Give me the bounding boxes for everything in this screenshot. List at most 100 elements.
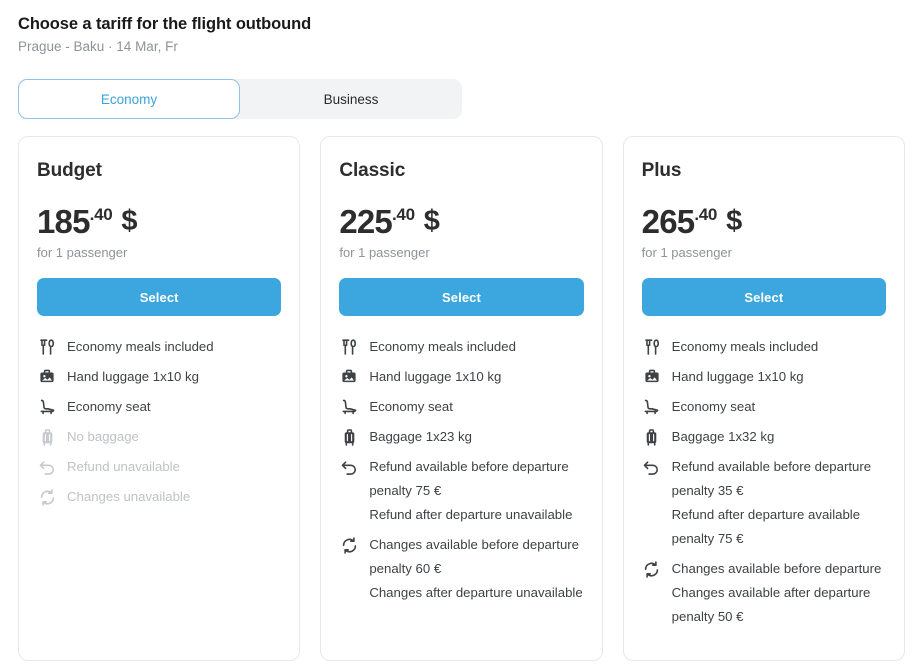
feature-line: Economy seat: [672, 395, 756, 419]
refund-icon: [339, 458, 359, 476]
feature-item: Changes unavailable: [37, 488, 281, 509]
changes-icon: [642, 560, 662, 578]
feature-line: Changes after departure unavailable: [369, 581, 583, 605]
feature-line: Economy seat: [67, 395, 151, 419]
feature-line: Changes available after departure penalt…: [672, 581, 886, 629]
feature-item: Economy seat: [339, 398, 583, 419]
feature-line: Economy meals included: [369, 335, 516, 359]
page-header: Choose a tariff for the flight outbound …: [0, 0, 920, 56]
tariff-selection-page: Choose a tariff for the flight outbound …: [0, 0, 920, 668]
feature-item: Economy meals included: [642, 338, 886, 359]
feature-text: Economy meals included: [369, 335, 516, 359]
feature-item: Hand luggage 1x10 kg: [339, 368, 583, 389]
feature-text: Economy meals included: [67, 335, 214, 359]
seat-icon: [37, 398, 57, 416]
meals-icon: [339, 338, 359, 356]
tariff-name: Budget: [37, 159, 281, 183]
feature-text: Economy seat: [369, 395, 453, 419]
feature-text: Baggage 1x23 kg: [369, 425, 472, 449]
price: 225.40$: [339, 205, 583, 238]
meals-icon: [642, 338, 662, 356]
price-cents: .40: [392, 206, 415, 223]
feature-list: Economy meals included Hand luggage 1x10 …: [642, 338, 886, 638]
seat-icon: [339, 398, 359, 416]
refund-icon: [642, 458, 662, 476]
feature-item: Hand luggage 1x10 kg: [642, 368, 886, 389]
feature-line: Hand luggage 1x10 kg: [369, 365, 501, 389]
tariff-name: Classic: [339, 159, 583, 183]
feature-item: Changes available before departure penal…: [339, 536, 583, 605]
select-button[interactable]: Select: [37, 278, 281, 316]
feature-text: Hand luggage 1x10 kg: [67, 365, 199, 389]
feature-line: Baggage 1x32 kg: [672, 425, 775, 449]
feature-item: Changes available before departureChange…: [642, 560, 886, 629]
feature-line: Refund available before departure penalt…: [672, 455, 886, 503]
tariff-card-plus: Plus 265.40 $ for 1 passenger Select Economy …: [623, 136, 905, 661]
feature-item: Economy seat: [37, 398, 281, 419]
feature-item: Economy meals included: [339, 338, 583, 359]
changes-icon: [37, 488, 57, 506]
feature-item: Refund available before departure penalt…: [642, 458, 886, 551]
tariff-name: Plus: [642, 159, 886, 183]
price-currency: $: [424, 205, 440, 238]
feature-line: Refund after departure unavailable: [369, 503, 583, 527]
feature-text: Changes unavailable: [67, 485, 190, 509]
feature-line: Economy meals included: [672, 335, 819, 359]
hand-luggage-icon: [37, 368, 57, 386]
price: 265.40 $: [642, 205, 886, 238]
tariff-card-budget: Budget 185.40 $ for 1 passenger Select Econom…: [18, 136, 300, 661]
feature-text: No baggage: [67, 425, 139, 449]
feature-item: Baggage 1x32 kg: [642, 428, 886, 449]
feature-item: No baggage: [37, 428, 281, 449]
price: 185.40 $: [37, 205, 281, 238]
feature-item: Baggage 1x23 kg: [339, 428, 583, 449]
feature-line: Changes unavailable: [67, 485, 190, 509]
feature-item: Economy seat: [642, 398, 886, 419]
feature-item: Refund available before departure penalt…: [339, 458, 583, 527]
price-cents: .40: [694, 206, 717, 223]
feature-text: Hand luggage 1x10 kg: [672, 365, 804, 389]
feature-line: Changes available before departure penal…: [369, 533, 583, 581]
baggage-icon: [339, 428, 359, 446]
feature-list: Economy meals included Hand luggage 1x10 …: [339, 338, 583, 614]
feature-text: Hand luggage 1x10 kg: [369, 365, 501, 389]
feature-line: Refund unavailable: [67, 455, 180, 479]
feature-item: Economy meals included: [37, 338, 281, 359]
feature-line: Changes available before departure: [672, 557, 886, 581]
seat-icon: [642, 398, 662, 416]
price-amount: 265: [642, 205, 695, 238]
feature-text: Economy seat: [67, 395, 151, 419]
feature-text: Refund available before departure penalt…: [369, 455, 583, 527]
feature-line: Hand luggage 1x10 kg: [672, 365, 804, 389]
tab-economy[interactable]: Economy: [18, 79, 240, 119]
feature-line: No baggage: [67, 425, 139, 449]
price-note: for 1 passenger: [37, 244, 281, 261]
feature-item: Refund unavailable: [37, 458, 281, 479]
price-currency: $: [726, 205, 742, 238]
refund-icon: [37, 458, 57, 476]
baggage-icon: [642, 428, 662, 446]
feature-line: Economy meals included: [67, 335, 214, 359]
feature-item: Hand luggage 1x10 kg: [37, 368, 281, 389]
select-button[interactable]: Select: [339, 278, 583, 316]
feature-line: Refund available before departure penalt…: [369, 455, 583, 503]
feature-text: Changes available before departureChange…: [672, 557, 886, 629]
price-note: for 1 passenger: [642, 244, 886, 261]
feature-text: Baggage 1x32 kg: [672, 425, 775, 449]
price-cents: .40: [90, 206, 113, 223]
feature-text: Changes available before departure penal…: [369, 533, 583, 605]
feature-line: Refund after departure available penalty…: [672, 503, 886, 551]
tariff-cards: Budget185.40$for 1 passengerSelectEconom…: [18, 136, 905, 661]
baggage-icon: [37, 428, 57, 446]
price-amount: 185: [37, 205, 90, 238]
price-currency: $: [121, 205, 137, 238]
select-button[interactable]: Select: [642, 278, 886, 316]
feature-list: Economy meals included Hand luggage 1x10 …: [37, 338, 281, 518]
feature-line: Hand luggage 1x10 kg: [67, 365, 199, 389]
feature-line: Baggage 1x23 kg: [369, 425, 472, 449]
tariff-card-classic: Classic225.40$for 1 passengerSelectEcono…: [320, 136, 602, 661]
tab-business[interactable]: Business: [240, 79, 462, 119]
hand-luggage-icon: [339, 368, 359, 386]
page-title: Choose a tariff for the flight outbound: [18, 14, 920, 34]
hand-luggage-icon: [642, 368, 662, 386]
